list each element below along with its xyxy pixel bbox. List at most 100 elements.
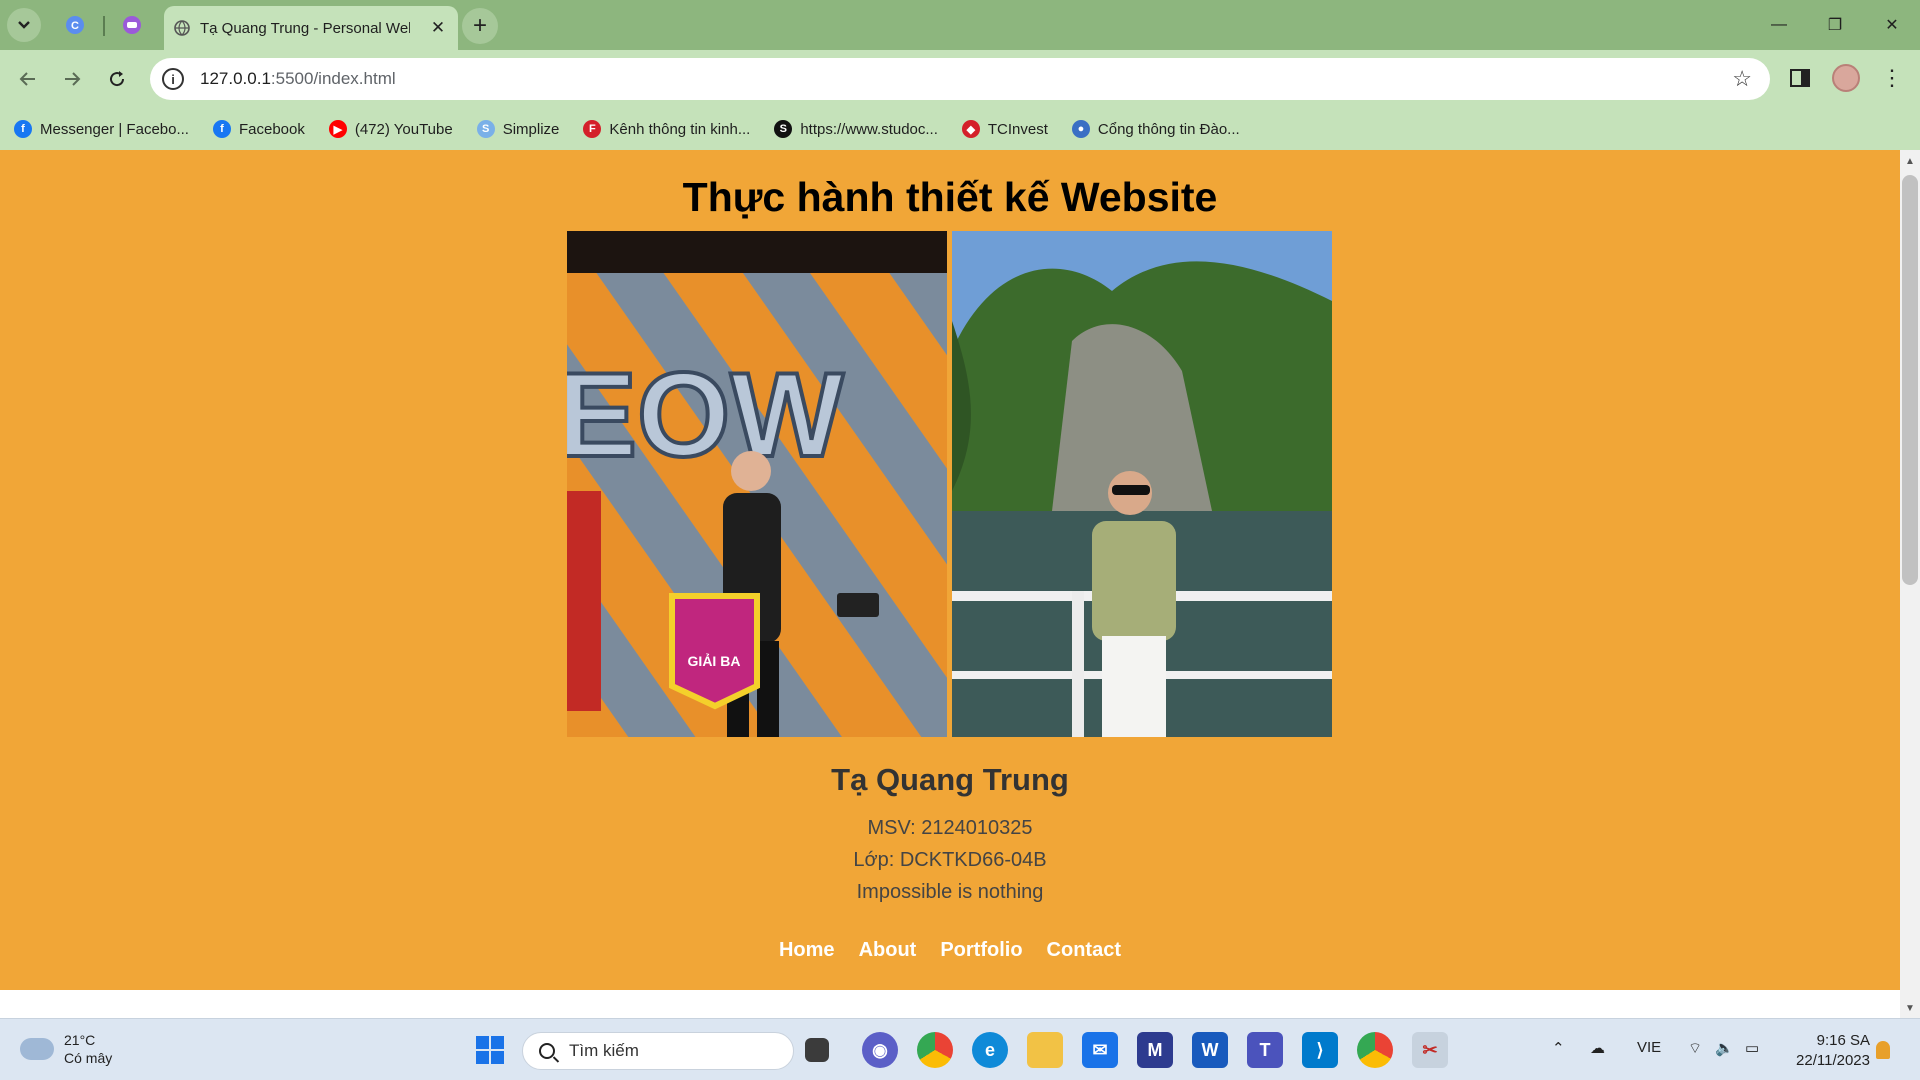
weather-widget[interactable]: 21°C Có mây (20, 1031, 112, 1067)
url-path: :5500/index.html (270, 69, 396, 88)
photo-trophy: EOW GIẢI BA (567, 231, 947, 737)
page-bottom-area (0, 990, 1900, 1018)
teams-chat-icon[interactable]: ◉ (862, 1032, 898, 1068)
teams-icon[interactable]: T (1247, 1032, 1283, 1068)
pinned-tab-chat[interactable] (113, 8, 151, 42)
browser-toolbar: i 127.0.0.1:5500/index.html ☆ ⋮ (0, 50, 1920, 108)
page-title: Thực hành thiết kế Website (682, 174, 1218, 220)
bookmark-star-icon[interactable]: ☆ (1732, 66, 1752, 92)
app-icon[interactable]: M (1137, 1032, 1173, 1068)
bookmark-item[interactable]: ● Cổng thông tin Đào... (1071, 120, 1240, 138)
vscode-icon[interactable]: ⟩ (1302, 1032, 1338, 1068)
word-icon[interactable]: W (1192, 1032, 1228, 1068)
svg-text:EOW: EOW (567, 348, 844, 482)
photo-halong-bay (952, 231, 1332, 737)
youtube-icon: ▶ (328, 120, 347, 138)
bookmark-label: TCInvest (987, 120, 1048, 138)
volume-icon[interactable]: 🔈 (1715, 1039, 1734, 1057)
notification-bell-icon[interactable] (1876, 1041, 1890, 1059)
edge-icon[interactable]: e (972, 1032, 1008, 1068)
start-button[interactable] (472, 1032, 508, 1068)
close-tab-icon[interactable]: ✕ (428, 18, 448, 38)
bookmark-label: Facebook (238, 120, 305, 138)
bookmarks-bar: f Messenger | Facebo... f Facebook ▶ (472) Yo… (0, 108, 1920, 150)
back-button[interactable] (11, 62, 45, 96)
language-indicator[interactable]: VIE (1637, 1039, 1661, 1056)
address-bar[interactable]: i 127.0.0.1:5500/index.html ☆ (150, 58, 1770, 100)
bookmark-item[interactable]: ▶ (472) YouTube (328, 120, 453, 138)
bookmark-label: Messenger | Facebo... (40, 120, 189, 138)
wifi-icon[interactable]: ⌔ (1688, 1039, 1702, 1058)
battery-icon[interactable]: ▭ (1745, 1039, 1759, 1057)
svg-text:C: C (71, 20, 79, 32)
portal-icon: ● (1071, 120, 1090, 138)
task-view-icon[interactable] (805, 1038, 829, 1062)
bookmark-item[interactable]: F Kênh thông tin kinh... (583, 120, 750, 138)
studocu-icon: S (774, 120, 793, 138)
url-host: 127.0.0.1 (200, 69, 271, 88)
bookmark-label: Simplize (502, 120, 560, 138)
show-hidden-icons-icon[interactable]: ⌃ (1552, 1039, 1565, 1057)
photo-halong-bay-image (952, 231, 1332, 737)
site-info-icon[interactable]: i (162, 68, 184, 90)
class-name: Lớp: DCKTKD66-04B (853, 849, 1047, 871)
taskbar-search[interactable]: Tìm kiếm (522, 1032, 794, 1070)
bookmark-item[interactable]: ◆ TCInvest (961, 120, 1048, 138)
clock-time: 9:16 SA (1816, 1032, 1870, 1049)
web-page: Thực hành thiết kế Website EOW GIẢI BA T… (0, 150, 1900, 990)
facebook-icon: f (14, 120, 32, 138)
svg-text:GIẢI BA: GIẢI BA (688, 653, 741, 669)
bookmark-item[interactable]: S Simplize (476, 120, 560, 138)
more-menu-icon[interactable]: ⋮ (1880, 62, 1904, 94)
weather-desc: Có mây (64, 1050, 113, 1066)
cloud-icon (20, 1038, 54, 1060)
chevron-down-icon (18, 21, 30, 29)
nav-home-link[interactable]: Home (779, 939, 835, 962)
bookmark-item[interactable]: f Messenger | Facebo... (14, 120, 189, 138)
tab-search-button[interactable] (7, 8, 41, 42)
snipping-tool-icon[interactable]: ✂ (1412, 1032, 1448, 1068)
scroll-down-icon[interactable]: ▼ (1905, 1003, 1915, 1014)
scroll-up-icon[interactable]: ▲ (1905, 156, 1915, 167)
scrollbar-thumb[interactable] (1902, 175, 1918, 585)
tab-title: Tạ Quang Trung - Personal Website (200, 19, 410, 37)
tab-strip: C Tạ Quang Trung - Personal Website ✕ + … (0, 0, 1920, 50)
mail-icon[interactable]: ✉ (1082, 1032, 1118, 1068)
url-text[interactable]: 127.0.0.1:5500/index.html (200, 69, 396, 89)
chrome-icon[interactable] (917, 1032, 953, 1068)
bookmark-label: https://www.studoc... (800, 120, 938, 138)
person-name: Tạ Quang Trung (831, 762, 1069, 797)
facebook-icon: f (212, 120, 231, 138)
simplize-icon: S (476, 120, 495, 138)
globe-icon (174, 20, 190, 36)
clock-date: 22/11/2023 (1796, 1052, 1870, 1069)
maximize-button[interactable]: ❐ (1807, 0, 1863, 50)
profile-avatar[interactable] (1832, 64, 1860, 92)
search-icon (539, 1043, 555, 1059)
news-icon: F (583, 120, 602, 138)
minimize-button[interactable]: — (1751, 0, 1807, 50)
photo-trophy-image: EOW GIẢI BA (567, 231, 947, 737)
reload-icon (110, 71, 125, 87)
bookmark-item[interactable]: f Facebook (212, 120, 305, 138)
copilot-icon: C (66, 16, 84, 34)
active-tab[interactable]: Tạ Quang Trung - Personal Website ✕ (164, 6, 458, 50)
onedrive-icon[interactable]: ☁ (1590, 1039, 1605, 1057)
close-window-button[interactable]: ✕ (1864, 0, 1920, 50)
bookmark-label: Kênh thông tin kinh... (609, 120, 751, 138)
nav-about-link[interactable]: About (859, 939, 917, 962)
chrome-active-icon[interactable] (1357, 1032, 1393, 1068)
pinned-tab-copilot[interactable]: C (56, 8, 94, 42)
bookmark-item[interactable]: Shttps://www.studoc... (774, 120, 938, 138)
system-clock[interactable]: 9:16 SA 22/11/2023 (1780, 1031, 1870, 1071)
arrow-right-icon (65, 72, 81, 86)
nav-portfolio-link[interactable]: Portfolio (940, 939, 1022, 962)
forward-button[interactable] (55, 62, 89, 96)
reload-button[interactable] (100, 62, 134, 96)
new-tab-button[interactable]: + (462, 8, 498, 44)
file-explorer-icon[interactable] (1027, 1032, 1063, 1068)
bookmark-label: Cổng thông tin Đào... (1097, 120, 1240, 138)
side-panel-icon[interactable] (1790, 69, 1810, 87)
nav-contact-link[interactable]: Contact (1047, 939, 1121, 962)
taskbar-search-placeholder: Tìm kiếm (569, 1041, 639, 1060)
